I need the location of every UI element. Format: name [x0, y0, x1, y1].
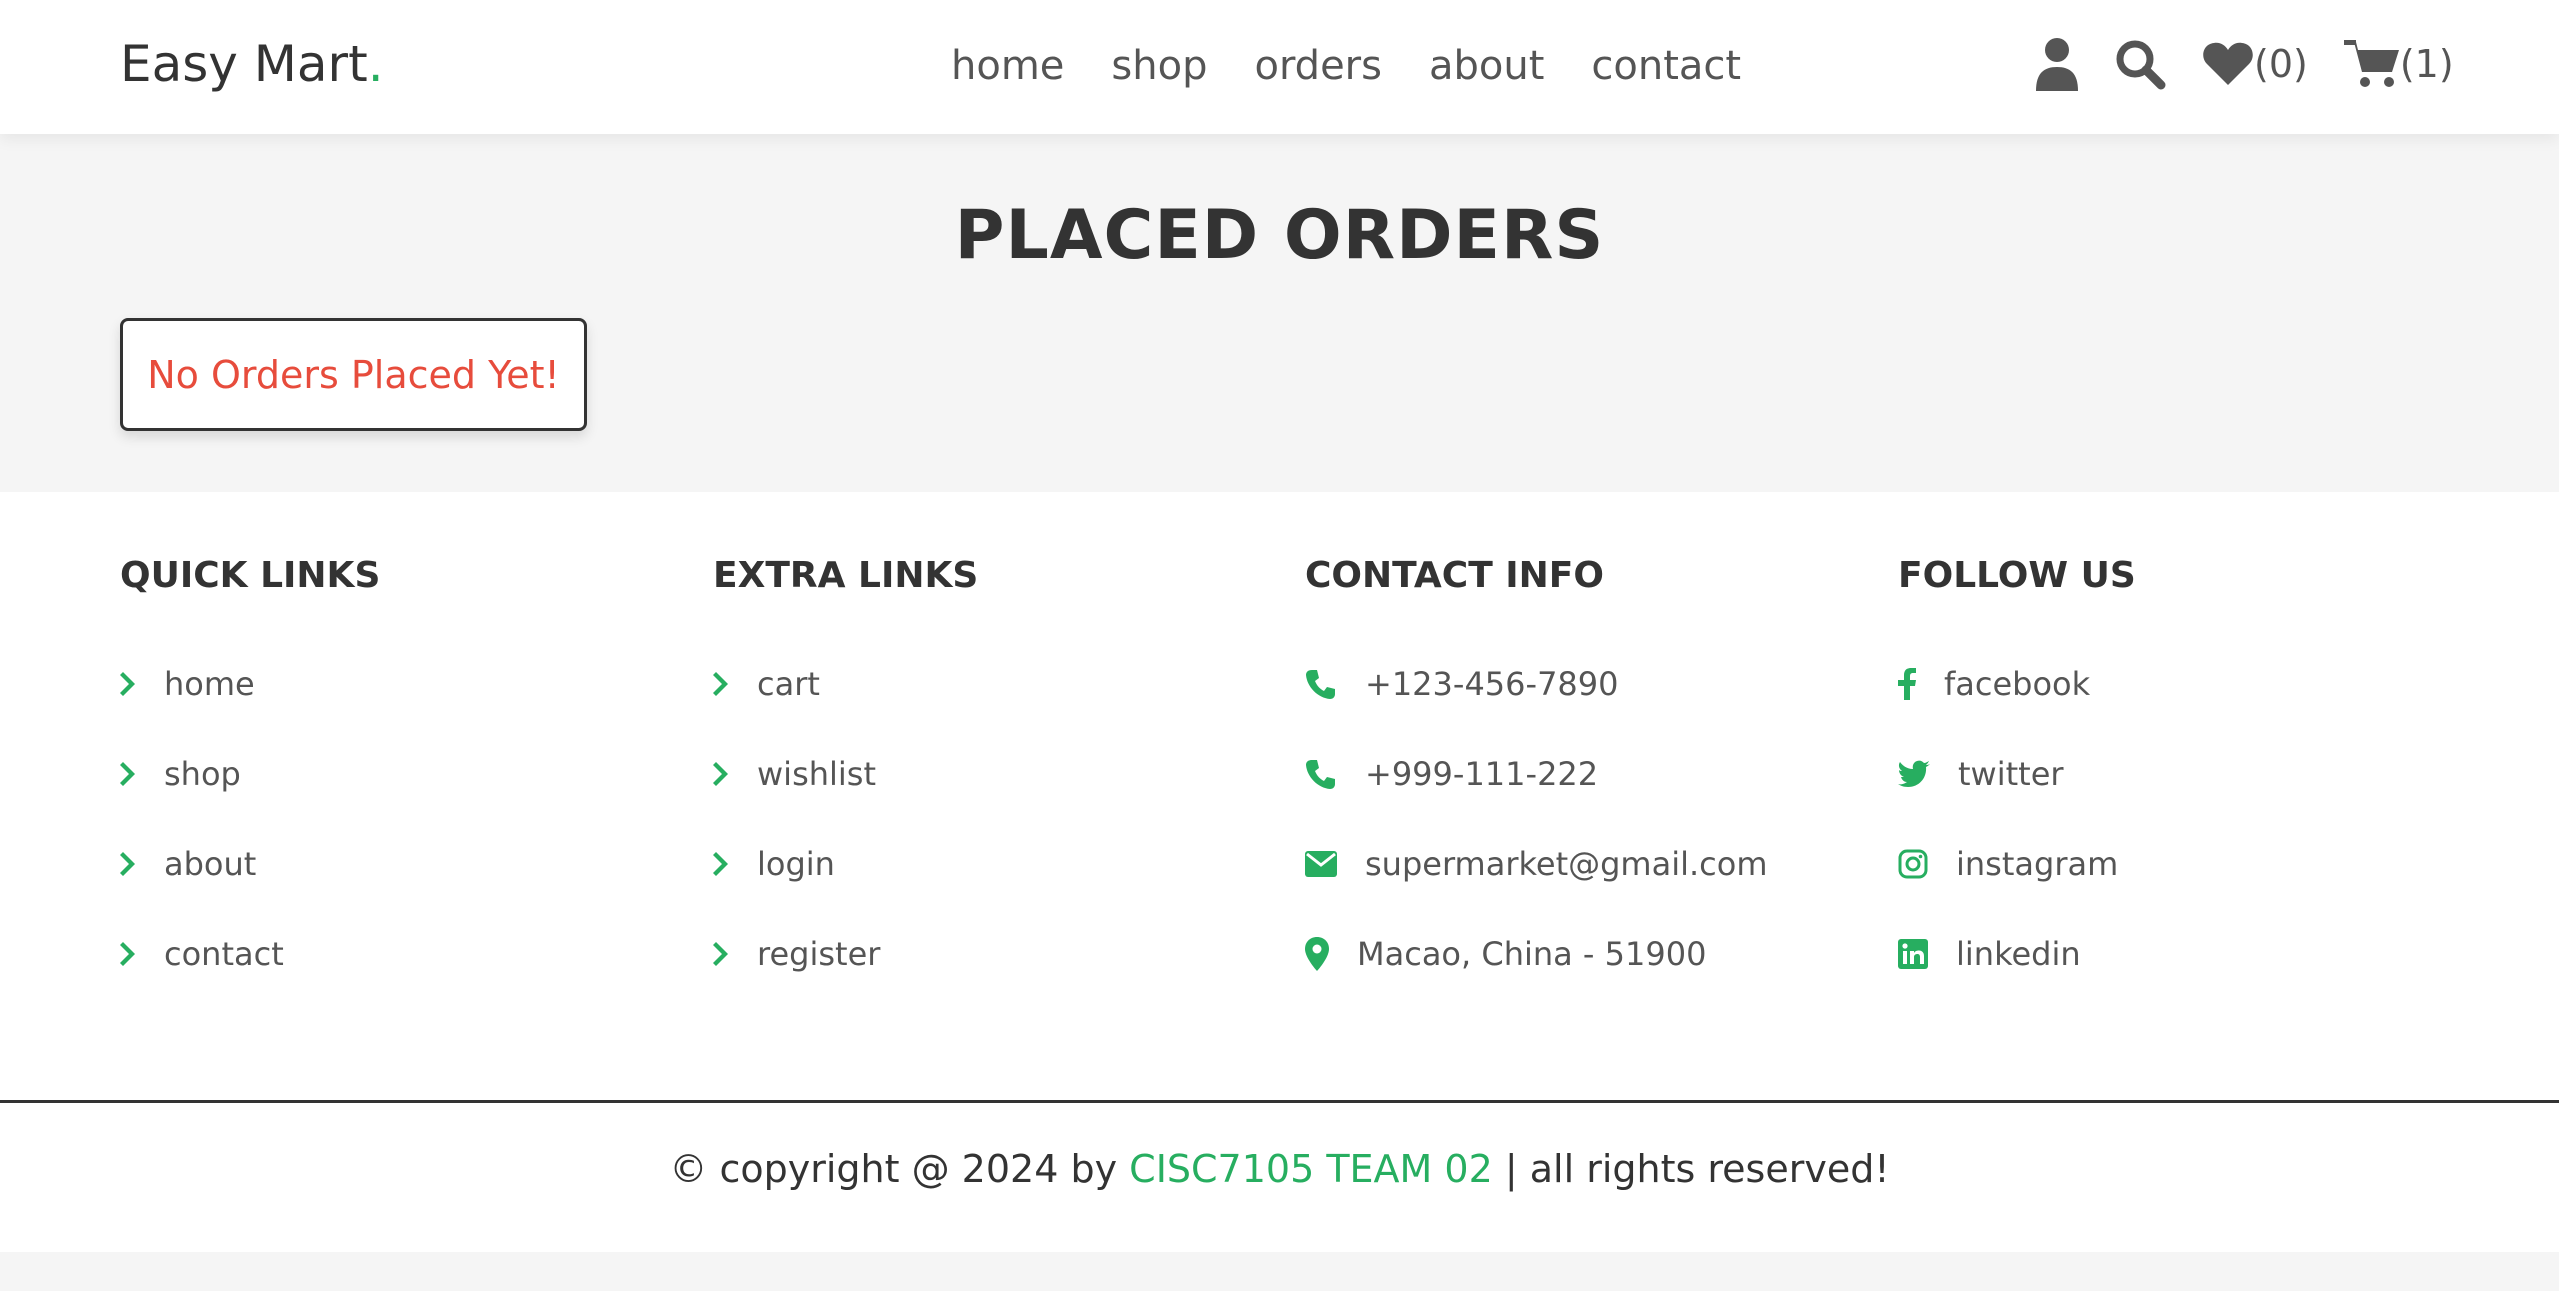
header-icons: (0) (1) [2034, 34, 2454, 94]
user-icon [2036, 38, 2078, 91]
cart-icon [2343, 40, 2399, 87]
footer-link-shop[interactable]: shop [120, 752, 241, 796]
contact-text: +123-456-7890 [1365, 665, 1619, 703]
user-button[interactable] [2034, 37, 2080, 91]
chevron-right-icon [713, 761, 729, 787]
social-label: facebook [1944, 665, 2091, 703]
nav-link-shop[interactable]: shop [1111, 38, 1207, 94]
chevron-right-icon [713, 851, 729, 877]
cart-count: (1) [2399, 42, 2454, 86]
cart-button[interactable]: (1) [2343, 34, 2454, 94]
credit-team: CISC7105 TEAM 02 [1129, 1147, 1493, 1191]
social-label: instagram [1956, 845, 2119, 883]
social-link-instagram[interactable]: instagram [1898, 842, 2118, 886]
footer-link-label: about [164, 845, 257, 883]
social-link-linkedin[interactable]: linkedin [1898, 932, 2081, 976]
footer-link-label: register [757, 935, 881, 973]
chevron-right-icon [713, 671, 729, 697]
phone-icon [1305, 668, 1337, 700]
placed-orders-section: PLACED ORDERS No Orders Placed Yet! [0, 134, 2559, 492]
page-title: PLACED ORDERS [954, 196, 1605, 275]
empty-orders-message: No Orders Placed Yet! [147, 352, 560, 397]
copyright-credit: © copyright @ 2024 by CISC7105 TEAM 02 |… [0, 1144, 2559, 1194]
empty-orders-box: No Orders Placed Yet! [120, 318, 587, 431]
phone-icon [1305, 758, 1337, 790]
footer-link-label: wishlist [757, 755, 877, 793]
social-link-twitter[interactable]: twitter [1898, 752, 2064, 796]
chevron-right-icon [120, 761, 136, 787]
facebook-icon [1898, 668, 1916, 700]
footer-link-wishlist[interactable]: wishlist [713, 752, 876, 796]
wishlist-count: (0) [2254, 42, 2308, 86]
contact-text: Macao, China - 51900 [1357, 935, 1707, 973]
social-label: twitter [1958, 755, 2064, 793]
logo-text: Easy Mart [120, 35, 368, 93]
search-icon [2116, 40, 2166, 90]
contact-text: supermarket@gmail.com [1365, 845, 1768, 883]
nav-link-about[interactable]: about [1429, 38, 1544, 94]
nav-link-orders[interactable]: orders [1254, 38, 1382, 94]
chevron-right-icon [120, 851, 136, 877]
footer-link-label: cart [757, 665, 820, 703]
twitter-icon [1898, 760, 1930, 788]
footer-link-label: shop [164, 755, 241, 793]
logo[interactable]: Easy Mart. [120, 34, 384, 94]
footer-link-label: home [164, 665, 255, 703]
chevron-right-icon [120, 671, 136, 697]
footer-link-login[interactable]: login [713, 842, 835, 886]
contact-phone-2[interactable]: +999-111-222 [1305, 752, 1598, 796]
instagram-icon [1898, 849, 1928, 879]
quick-links-title: QUICK LINKS [120, 555, 381, 596]
contact-address[interactable]: Macao, China - 51900 [1305, 932, 1706, 976]
nav-link-home[interactable]: home [951, 38, 1064, 94]
social-link-facebook[interactable]: facebook [1898, 662, 2090, 706]
site-footer: QUICK LINKS home shop about contact EXTR… [0, 492, 2559, 1252]
chevron-right-icon [713, 941, 729, 967]
footer-link-about[interactable]: about [120, 842, 256, 886]
contact-info-title: CONTACT INFO [1305, 555, 1605, 596]
map-marker-icon [1305, 937, 1329, 971]
main-nav: home shop orders about contact [951, 38, 1788, 94]
site-header: Easy Mart. home shop orders about contac… [0, 0, 2559, 134]
footer-link-home[interactable]: home [120, 662, 255, 706]
footer-divider [0, 1100, 2559, 1103]
extra-links-title: EXTRA LINKS [713, 555, 979, 596]
follow-us-title: FOLLOW US [1898, 555, 2136, 596]
footer-link-contact[interactable]: contact [120, 932, 284, 976]
footer-link-label: login [757, 845, 835, 883]
heart-icon [2203, 42, 2253, 85]
search-button[interactable] [2114, 38, 2166, 90]
logo-dot: . [367, 35, 384, 93]
chevron-right-icon [120, 941, 136, 967]
nav-link-contact[interactable]: contact [1591, 38, 1741, 94]
footer-link-label: contact [164, 935, 284, 973]
credit-prefix: © copyright @ 2024 by [669, 1147, 1130, 1191]
linkedin-icon [1898, 939, 1928, 969]
envelope-icon [1305, 851, 1337, 877]
social-label: linkedin [1956, 935, 2081, 973]
contact-text: +999-111-222 [1365, 755, 1599, 793]
contact-email[interactable]: supermarket@gmail.com [1305, 842, 1768, 886]
contact-phone-1[interactable]: +123-456-7890 [1305, 662, 1619, 706]
credit-suffix: | all rights reserved! [1492, 1147, 1890, 1191]
footer-link-cart[interactable]: cart [713, 662, 820, 706]
wishlist-button[interactable]: (0) [2202, 34, 2308, 94]
footer-link-register[interactable]: register [713, 932, 880, 976]
